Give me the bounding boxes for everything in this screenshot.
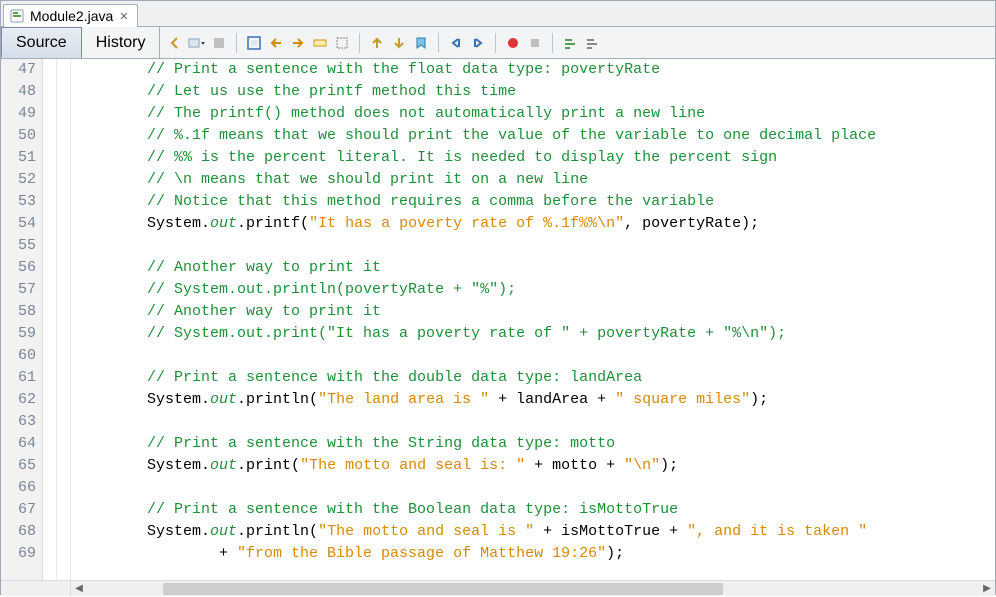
line-number: 62 bbox=[11, 389, 36, 411]
scrollbar-thumb[interactable] bbox=[163, 583, 723, 595]
code-line[interactable]: // Another way to print it bbox=[75, 257, 995, 279]
file-tabbar: Module2.java ✕ bbox=[1, 1, 995, 27]
file-tab-label: Module2.java bbox=[30, 8, 113, 24]
scroll-right-arrow-icon[interactable]: ▶ bbox=[979, 581, 995, 597]
find-next-icon[interactable] bbox=[289, 34, 307, 52]
prev-bookmark-icon[interactable] bbox=[368, 34, 386, 52]
stop-macro-icon[interactable] bbox=[526, 34, 544, 52]
line-number: 50 bbox=[11, 125, 36, 147]
code-line[interactable]: // Print a sentence with the double data… bbox=[75, 367, 995, 389]
line-number: 60 bbox=[11, 345, 36, 367]
line-number: 58 bbox=[11, 301, 36, 323]
code-line[interactable]: // System.out.print("It has a poverty ra… bbox=[75, 323, 995, 345]
code-line[interactable]: // Let us use the printf method this tim… bbox=[75, 81, 995, 103]
line-number: 65 bbox=[11, 455, 36, 477]
tab-source[interactable]: Source bbox=[1, 27, 82, 58]
shift-left-icon[interactable] bbox=[447, 34, 465, 52]
fold-column[interactable] bbox=[43, 59, 57, 580]
code-line[interactable]: // %% is the percent literal. It is need… bbox=[75, 147, 995, 169]
find-prev-icon[interactable] bbox=[267, 34, 285, 52]
code-line[interactable] bbox=[75, 345, 995, 367]
glyph-margin bbox=[57, 59, 71, 580]
nav-stop-icon[interactable] bbox=[210, 34, 228, 52]
code-line[interactable]: // Print a sentence with the String data… bbox=[75, 433, 995, 455]
code-line[interactable] bbox=[75, 477, 995, 499]
line-number: 59 bbox=[11, 323, 36, 345]
uncomment-icon[interactable] bbox=[583, 34, 601, 52]
toggle-highlight-icon[interactable] bbox=[311, 34, 329, 52]
toolbar-icon-strip bbox=[160, 27, 607, 58]
scroll-left-arrow-icon[interactable]: ◀ bbox=[71, 581, 87, 597]
line-number: 52 bbox=[11, 169, 36, 191]
code-line[interactable]: // Notice that this method requires a co… bbox=[75, 191, 995, 213]
line-number: 68 bbox=[11, 521, 36, 543]
select-rect-icon[interactable] bbox=[333, 34, 351, 52]
toolbar-separator bbox=[236, 33, 237, 53]
line-number: 48 bbox=[11, 81, 36, 103]
code-line[interactable]: // Print a sentence with the Boolean dat… bbox=[75, 499, 995, 521]
line-number: 57 bbox=[11, 279, 36, 301]
find-selection-icon[interactable] bbox=[245, 34, 263, 52]
code-line[interactable]: // %.1f means that we should print the v… bbox=[75, 125, 995, 147]
code-line[interactable]: System.out.println("The motto and seal i… bbox=[75, 521, 995, 543]
line-number: 56 bbox=[11, 257, 36, 279]
code-line[interactable]: System.out.print("The motto and seal is:… bbox=[75, 455, 995, 477]
line-number: 66 bbox=[11, 477, 36, 499]
line-number: 47 bbox=[11, 59, 36, 81]
toolbar-separator bbox=[552, 33, 553, 53]
code-editor[interactable]: 4748495051525354555657585960616263646566… bbox=[1, 59, 995, 580]
comment-icon[interactable] bbox=[561, 34, 579, 52]
shift-right-icon[interactable] bbox=[469, 34, 487, 52]
line-number: 49 bbox=[11, 103, 36, 125]
nav-fwd-dropdown-icon[interactable] bbox=[188, 34, 206, 52]
code-line[interactable]: System.out.printf("It has a poverty rate… bbox=[75, 213, 995, 235]
file-tab-module2[interactable]: Module2.java ✕ bbox=[3, 4, 138, 27]
code-line[interactable]: // The printf() method does not automati… bbox=[75, 103, 995, 125]
toolbar-separator bbox=[359, 33, 360, 53]
line-number: 61 bbox=[11, 367, 36, 389]
toolbar-separator bbox=[438, 33, 439, 53]
next-bookmark-icon[interactable] bbox=[390, 34, 408, 52]
line-number: 53 bbox=[11, 191, 36, 213]
line-number: 51 bbox=[11, 147, 36, 169]
code-area[interactable]: // Print a sentence with the float data … bbox=[71, 59, 995, 580]
scrollbar-track[interactable] bbox=[103, 582, 963, 596]
code-line[interactable]: // Print a sentence with the float data … bbox=[75, 59, 995, 81]
close-icon[interactable]: ✕ bbox=[119, 10, 128, 23]
java-file-icon bbox=[10, 9, 24, 23]
horizontal-scrollbar[interactable]: ◀ ▶ bbox=[1, 580, 995, 596]
record-macro-icon[interactable] bbox=[504, 34, 522, 52]
line-number: 55 bbox=[11, 235, 36, 257]
toolbar-separator bbox=[495, 33, 496, 53]
code-line[interactable]: + "from the Bible passage of Matthew 19:… bbox=[75, 543, 995, 565]
code-line[interactable] bbox=[75, 411, 995, 433]
line-number: 67 bbox=[11, 499, 36, 521]
nav-back-icon[interactable] bbox=[166, 34, 184, 52]
line-number-gutter: 4748495051525354555657585960616263646566… bbox=[1, 59, 43, 580]
code-line[interactable] bbox=[75, 235, 995, 257]
code-line[interactable]: // \n means that we should print it on a… bbox=[75, 169, 995, 191]
line-number: 69 bbox=[11, 543, 36, 565]
line-number: 63 bbox=[11, 411, 36, 433]
line-number: 64 bbox=[11, 433, 36, 455]
tab-history[interactable]: History bbox=[82, 27, 161, 58]
line-number: 54 bbox=[11, 213, 36, 235]
toggle-bookmark-icon[interactable] bbox=[412, 34, 430, 52]
editor-toolbar: Source History bbox=[1, 27, 995, 59]
code-line[interactable]: // System.out.println(povertyRate + "%")… bbox=[75, 279, 995, 301]
code-line[interactable]: System.out.println("The land area is " +… bbox=[75, 389, 995, 411]
code-line[interactable]: // Another way to print it bbox=[75, 301, 995, 323]
